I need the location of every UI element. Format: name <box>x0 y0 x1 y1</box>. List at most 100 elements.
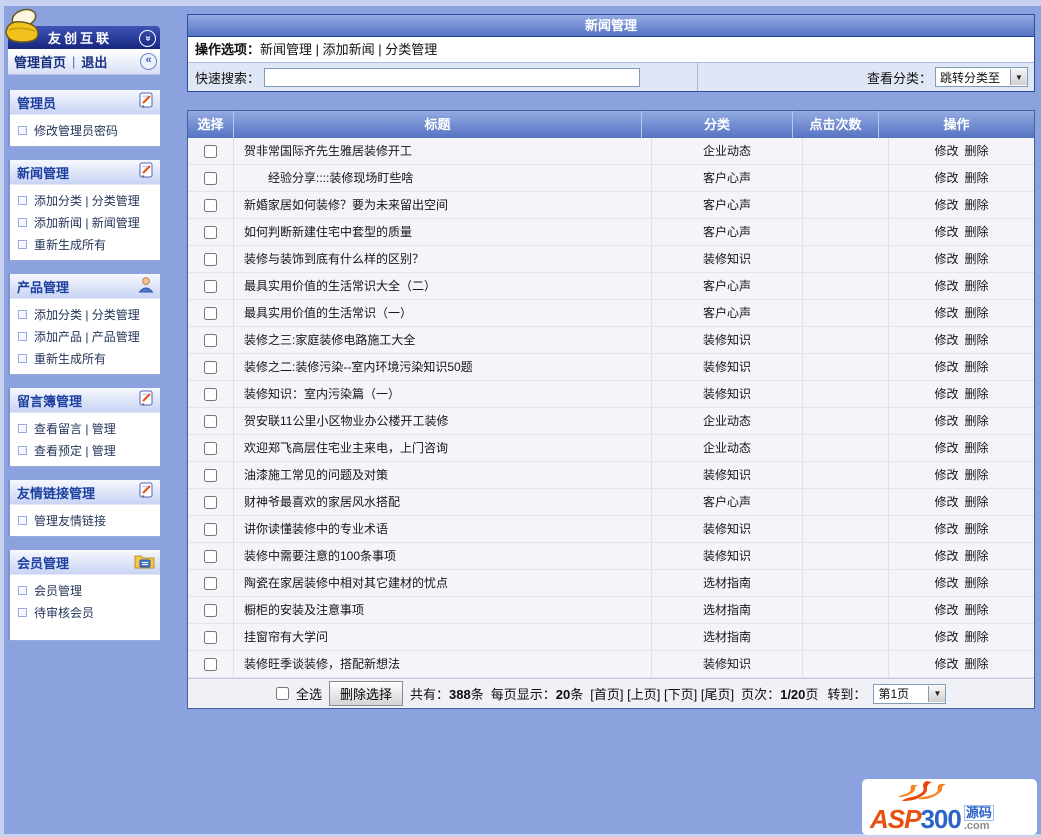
edit-link[interactable]: 修改 <box>934 414 958 428</box>
delete-link[interactable]: 删除 <box>965 144 989 158</box>
edit-link[interactable]: 修改 <box>934 522 958 536</box>
delete-link[interactable]: 删除 <box>965 468 989 482</box>
row-checkbox[interactable] <box>204 333 217 347</box>
news-title-link[interactable]: 挂窗帘有大学问 <box>244 630 328 644</box>
edit-link[interactable]: 修改 <box>934 549 958 563</box>
pager-link[interactable]: [下页] <box>664 687 697 702</box>
sidebar-item[interactable]: 修改管理员密码 <box>10 119 160 141</box>
news-title-link[interactable]: 装修与装饰到底有什么样的区别？ <box>244 252 424 266</box>
edit-link[interactable]: 修改 <box>934 657 958 671</box>
sidebar-item[interactable]: 待审核会员 <box>10 601 160 623</box>
row-checkbox[interactable] <box>204 387 217 401</box>
row-checkbox[interactable] <box>204 414 217 428</box>
news-title-link[interactable]: 经验分享::::装修现场盯些啥 <box>244 171 413 185</box>
edit-link[interactable]: 修改 <box>934 387 958 401</box>
row-checkbox[interactable] <box>204 657 217 671</box>
edit-link[interactable]: 修改 <box>934 333 958 347</box>
row-checkbox[interactable] <box>204 252 217 266</box>
news-title-link[interactable]: 最具实用价值的生活常识大全（二） <box>244 279 436 293</box>
sidebar-item[interactable]: 添加新闻 | 新闻管理 <box>10 211 160 233</box>
row-checkbox[interactable] <box>204 549 217 563</box>
delete-link[interactable]: 删除 <box>965 279 989 293</box>
row-checkbox[interactable] <box>204 225 217 239</box>
logout-link[interactable]: 退出 <box>81 52 107 71</box>
edit-link[interactable]: 修改 <box>934 198 958 212</box>
row-checkbox[interactable] <box>204 630 217 644</box>
operation-link[interactable]: 分类管理 <box>385 42 437 57</box>
edit-link[interactable]: 修改 <box>934 306 958 320</box>
row-checkbox[interactable] <box>204 306 217 320</box>
news-title-link[interactable]: 装修之三:家庭装修电路施工大全 <box>244 333 415 347</box>
delete-link[interactable]: 删除 <box>965 603 989 617</box>
row-checkbox[interactable] <box>204 144 217 158</box>
delete-link[interactable]: 删除 <box>965 387 989 401</box>
news-title-link[interactable]: 装修知识：室内污染篇（一） <box>244 387 400 401</box>
edit-link[interactable]: 修改 <box>934 630 958 644</box>
news-title-link[interactable]: 贺安联11公里小区物业办公楼开工装修 <box>244 414 448 428</box>
delete-link[interactable]: 删除 <box>965 360 989 374</box>
news-title-link[interactable]: 油漆施工常见的问题及对策 <box>244 468 388 482</box>
edit-link[interactable]: 修改 <box>934 495 958 509</box>
pager-link[interactable]: [首页] <box>590 687 623 702</box>
edit-link[interactable]: 修改 <box>934 252 958 266</box>
category-select[interactable]: 跳转分类至 ▼ <box>935 67 1028 87</box>
delete-link[interactable]: 删除 <box>965 225 989 239</box>
goto-page-select[interactable]: 第1页 ▼ <box>873 683 947 704</box>
select-all-checkbox[interactable] <box>276 687 289 700</box>
sidebar-item[interactable]: 添加产品 | 产品管理 <box>10 325 160 347</box>
edit-link[interactable]: 修改 <box>934 441 958 455</box>
pager-link[interactable]: [尾页] <box>701 687 734 702</box>
row-checkbox[interactable] <box>204 198 217 212</box>
delete-link[interactable]: 删除 <box>965 198 989 212</box>
delete-link[interactable]: 删除 <box>965 576 989 590</box>
edit-link[interactable]: 修改 <box>934 360 958 374</box>
delete-link[interactable]: 删除 <box>965 441 989 455</box>
row-checkbox[interactable] <box>204 171 217 185</box>
news-title-link[interactable]: 装修之二:装修污染--室内环境污染知识50题 <box>244 360 473 374</box>
delete-link[interactable]: 删除 <box>965 657 989 671</box>
operation-link[interactable]: 新闻管理 <box>260 42 312 57</box>
sidebar-item[interactable]: 管理友情链接 <box>10 509 160 531</box>
quick-search-input[interactable] <box>264 67 641 87</box>
news-title-link[interactable]: 讲你读懂装修中的专业术语 <box>244 522 388 536</box>
edit-link[interactable]: 修改 <box>934 225 958 239</box>
news-title-link[interactable]: 如何判断新建住宅中套型的质量 <box>244 225 412 239</box>
news-title-link[interactable]: 陶瓷在家居装修中相对其它建材的忧点 <box>244 576 448 590</box>
edit-link[interactable]: 修改 <box>934 576 958 590</box>
row-checkbox[interactable] <box>204 360 217 374</box>
chevron-down-icon[interactable]: ▼ <box>1010 69 1027 85</box>
sidebar-item[interactable]: 添加分类 | 分类管理 <box>10 303 160 325</box>
news-title-link[interactable]: 装修旺季谈装修，搭配新想法 <box>244 657 400 671</box>
row-checkbox[interactable] <box>204 576 217 590</box>
delete-link[interactable]: 删除 <box>965 549 989 563</box>
edit-link[interactable]: 修改 <box>934 603 958 617</box>
admin-home-link[interactable]: 管理首页 <box>14 52 66 71</box>
news-title-link[interactable]: 贺非常国际齐先生雅居装修开工 <box>244 144 412 158</box>
row-checkbox[interactable] <box>204 441 217 455</box>
news-title-link[interactable]: 橱柜的安装及注意事项 <box>244 603 364 617</box>
row-checkbox[interactable] <box>204 468 217 482</box>
sidebar-item[interactable]: 重新生成所有 <box>10 233 160 255</box>
sidebar-item[interactable]: 查看预定 | 管理 <box>10 439 160 461</box>
delete-link[interactable]: 删除 <box>965 306 989 320</box>
sidebar-item[interactable]: 重新生成所有 <box>10 347 160 369</box>
edit-link[interactable]: 修改 <box>934 279 958 293</box>
delete-link[interactable]: 删除 <box>965 252 989 266</box>
delete-link[interactable]: 删除 <box>965 630 989 644</box>
news-title-link[interactable]: 新婚家居如何装修？要为未来留出空间 <box>244 198 448 212</box>
delete-link[interactable]: 删除 <box>965 171 989 185</box>
chevron-double-down-icon[interactable]: « <box>139 30 156 47</box>
edit-link[interactable]: 修改 <box>934 468 958 482</box>
delete-link[interactable]: 删除 <box>965 414 989 428</box>
news-title-link[interactable]: 装修中需要注意的100条事项 <box>244 549 396 563</box>
sidebar-item[interactable]: 会员管理 <box>10 579 160 601</box>
chevron-down-icon[interactable]: ▼ <box>928 685 946 702</box>
pager-link[interactable]: [上页] <box>627 687 660 702</box>
delete-selected-button[interactable]: 删除选择 <box>329 681 404 706</box>
edit-link[interactable]: 修改 <box>934 144 958 158</box>
operation-link[interactable]: 添加新闻 <box>323 42 375 57</box>
news-title-link[interactable]: 欢迎郑飞高层住宅业主来电，上门咨询 <box>244 441 448 455</box>
delete-link[interactable]: 删除 <box>965 333 989 347</box>
row-checkbox[interactable] <box>204 495 217 509</box>
edit-link[interactable]: 修改 <box>934 171 958 185</box>
